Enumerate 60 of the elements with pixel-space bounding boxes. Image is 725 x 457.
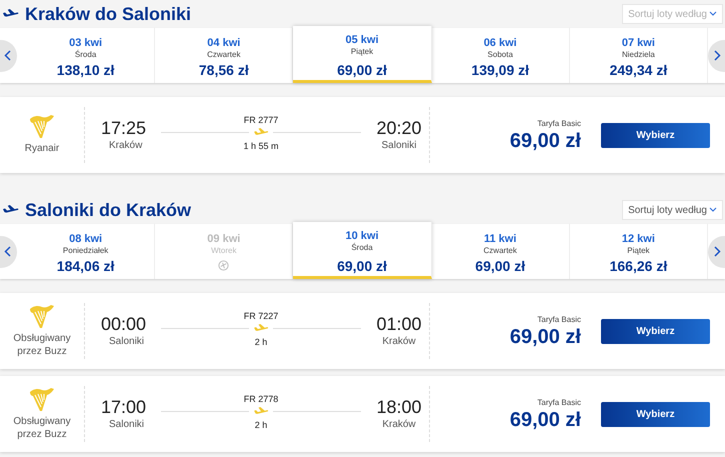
plane-icon	[253, 128, 269, 138]
previous-dates-button[interactable]	[0, 236, 17, 268]
arrival-city: Saloniki	[381, 138, 417, 152]
operator-label: Obsługiwany przez Buzz	[12, 414, 72, 440]
section-title: Saloniki do Kraków	[25, 198, 192, 222]
departure-time: 00:00	[101, 314, 148, 334]
arrival-time: 18:00	[376, 396, 422, 416]
date-tab[interactable]: 08 kwi Poniedziałek 184,06 zł	[17, 224, 156, 279]
date-tab[interactable]: 06 kwi Sobota 139,09 zł	[432, 28, 570, 83]
departure-time: 17:00	[101, 396, 148, 416]
departure-time: 17:25	[101, 118, 148, 138]
fare-price: 69,00 zł	[510, 409, 581, 431]
harp-logo-icon	[29, 304, 55, 328]
arrival-city: Kraków	[382, 418, 416, 432]
select-button[interactable]: Wybierz	[601, 402, 710, 426]
flight-number: FR 2778	[244, 394, 278, 405]
departure-city: Saloniki	[109, 334, 146, 348]
departure-plane-icon	[2, 8, 19, 20]
fare-label: Taryfa Basic	[537, 314, 581, 326]
plane-icon	[253, 406, 269, 417]
section-title: Kraków do Saloniki	[25, 2, 192, 26]
operator-label: Obsługiwany przez Buzz	[12, 332, 72, 358]
arrival-city: Kraków	[382, 334, 416, 348]
harp-logo-icon	[29, 388, 55, 412]
sort-dropdown[interactable]: Sortuj loty według	[622, 200, 723, 220]
departure-city: Saloniki	[109, 418, 146, 432]
date-tab[interactable]: 05 kwi Piątek 69,00 zł	[293, 26, 432, 83]
departure-city: Kraków	[109, 138, 144, 152]
fare-label: Taryfa Basic	[537, 118, 581, 130]
chevron-right-icon	[714, 50, 722, 61]
no-flights-icon	[218, 260, 230, 271]
flight-duration: 2 h	[254, 336, 268, 349]
operator-label: Ryanair	[24, 142, 60, 155]
flight-number: FR 7227	[244, 310, 278, 322]
chevron-right-icon	[714, 246, 722, 257]
chevron-down-icon	[709, 11, 717, 17]
select-button[interactable]: Wybierz	[601, 318, 710, 344]
fare-price: 69,00 zł	[510, 326, 581, 348]
flight-number: FR 2777	[244, 114, 278, 126]
date-tab[interactable]: 10 kwi Środa 69,00 zł	[293, 222, 432, 279]
fare-label: Taryfa Basic	[537, 397, 581, 409]
arrival-time: 20:20	[376, 118, 422, 138]
next-dates-button[interactable]	[708, 236, 725, 268]
chevron-down-icon	[709, 207, 717, 213]
flight-duration: 1 h 55 m	[243, 140, 279, 153]
select-button[interactable]: Wybierz	[601, 122, 710, 148]
chevron-left-icon	[4, 246, 11, 257]
date-tab[interactable]: 11 kwi Czwartek 69,00 zł	[432, 224, 570, 279]
date-tab[interactable]: 03 kwi Środa 138,10 zł	[17, 28, 156, 83]
plane-icon	[253, 324, 269, 334]
arrival-time: 01:00	[376, 314, 422, 334]
departure-plane-icon	[2, 204, 19, 216]
next-dates-button[interactable]	[708, 40, 725, 72]
fare-price: 69,00 zł	[510, 130, 581, 152]
date-tab[interactable]: 12 kwi Piątek 166,26 zł	[570, 224, 708, 279]
previous-dates-button[interactable]	[0, 40, 17, 72]
flight-duration: 2 h	[254, 418, 268, 432]
chevron-left-icon	[4, 50, 11, 61]
date-tab[interactable]: 07 kwi Niedziela 249,34 zł	[570, 28, 708, 83]
harp-logo-icon	[29, 115, 55, 139]
